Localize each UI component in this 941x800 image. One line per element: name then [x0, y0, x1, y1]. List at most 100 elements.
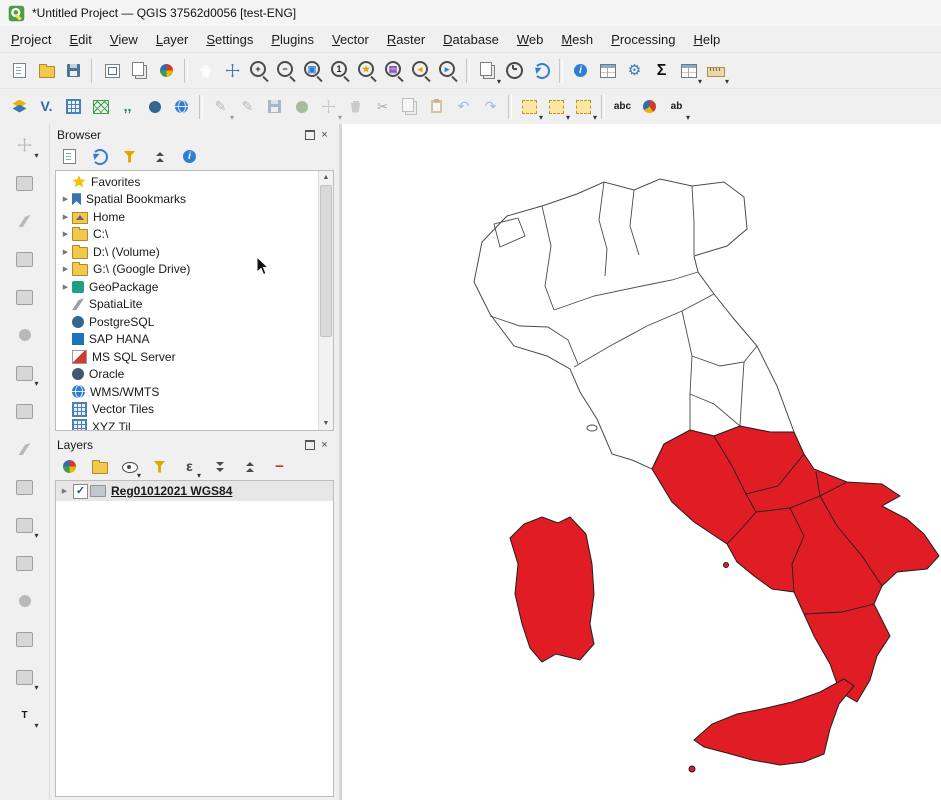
browser-collapse-all-button[interactable] — [148, 146, 171, 168]
layers-close-button[interactable]: × — [317, 438, 332, 452]
new-map-view-button[interactable]: ▾ — [474, 57, 501, 84]
browser-item-ms-sql-server[interactable]: MS SQL Server — [56, 348, 319, 366]
save-project-button[interactable] — [60, 57, 87, 84]
browser-float-button[interactable] — [302, 128, 317, 142]
menu-plugins[interactable]: Plugins — [262, 28, 323, 51]
expander-arrow-icon[interactable]: ▶ — [59, 195, 72, 203]
menu-layer[interactable]: Layer — [147, 28, 198, 51]
move-feature-button[interactable]: ▾ — [11, 132, 39, 158]
zoom-last-button[interactable]: ◂ — [408, 57, 435, 84]
browser-item-d-drive[interactable]: ▶ D:\ (Volume) — [56, 243, 319, 261]
layer-labeling-button[interactable]: abc — [609, 93, 636, 120]
expander-arrow-icon[interactable]: ▶ — [59, 265, 72, 273]
trim-extend-button[interactable]: ▾ — [11, 664, 39, 690]
browser-item-vector-tiles[interactable]: Vector Tiles — [56, 401, 319, 419]
add-wms-button[interactable] — [168, 93, 195, 120]
browser-scrollbar[interactable]: ▲ ▼ — [318, 171, 333, 430]
auto-label-button[interactable]: ab ▾ — [663, 93, 690, 120]
identify-features-button[interactable]: i — [567, 57, 594, 84]
browser-close-button[interactable]: × — [317, 128, 332, 142]
add-vector-layer-button[interactable]: V. — [33, 93, 60, 120]
map-canvas[interactable] — [342, 124, 941, 800]
scrollbar-thumb[interactable] — [320, 185, 332, 337]
browser-item-spatial-bookmarks[interactable]: ▶ Spatial Bookmarks — [56, 191, 319, 209]
add-mesh-layer-button[interactable] — [87, 93, 114, 120]
zoom-in-button[interactable]: + — [246, 57, 273, 84]
remove-layer-button[interactable]: − — [268, 456, 291, 478]
browser-refresh-button[interactable] — [88, 146, 111, 168]
zoom-to-layer-button[interactable]: ▤ — [381, 57, 408, 84]
zoom-to-native-button[interactable]: 1 — [327, 57, 354, 84]
split-parts-button[interactable] — [11, 474, 39, 500]
filter-expression-button[interactable]: ε ▾ — [178, 456, 201, 478]
browser-item-oracle[interactable]: Oracle — [56, 366, 319, 384]
browser-item-xyz-tiles[interactable]: XYZ Til — [56, 418, 319, 430]
menu-help[interactable]: Help — [684, 28, 729, 51]
cut-features-button[interactable]: ✂ — [369, 93, 396, 120]
layers-float-button[interactable] — [302, 438, 317, 452]
current-edits-button[interactable]: ✎ ▾ — [207, 93, 234, 120]
menu-mesh[interactable]: Mesh — [552, 28, 602, 51]
select-features-button[interactable]: ▾ — [516, 93, 543, 120]
layout-manager-button[interactable] — [126, 57, 153, 84]
layer-row-reg01012021[interactable]: ▶ ✓ Reg01012021 WGS84 — [56, 481, 333, 501]
vertex-tool-button[interactable]: ▾ — [315, 93, 342, 120]
merge-attributes-button[interactable] — [11, 550, 39, 576]
save-edits-button[interactable] — [261, 93, 288, 120]
zoom-next-button[interactable]: ▸ — [435, 57, 462, 84]
menu-web[interactable]: Web — [508, 28, 553, 51]
processing-toolbox-button[interactable]: ⚙ — [621, 57, 648, 84]
temporal-controller-button[interactable] — [501, 57, 528, 84]
reshape-features-button[interactable] — [11, 398, 39, 424]
browser-item-sap-hana[interactable]: SAP HANA — [56, 331, 319, 349]
show-sum-button[interactable]: Σ — [648, 57, 675, 84]
browser-item-spatialite[interactable]: SpatiaLite — [56, 296, 319, 314]
pan-to-selection-button[interactable] — [219, 57, 246, 84]
browser-properties-button[interactable]: i — [178, 146, 201, 168]
browser-item-geopackage[interactable]: ▶ GeoPackage — [56, 278, 319, 296]
add-group-button[interactable] — [88, 456, 111, 478]
scroll-down-icon[interactable]: ▼ — [319, 417, 333, 430]
undo-button[interactable]: ↶ — [450, 93, 477, 120]
menu-vector[interactable]: Vector — [323, 28, 378, 51]
new-project-button[interactable] — [6, 57, 33, 84]
pan-map-button[interactable] — [192, 57, 219, 84]
select-features-by-value-button[interactable]: ▾ — [543, 93, 570, 120]
add-postgis-button[interactable] — [141, 93, 168, 120]
style-manager-button[interactable] — [153, 57, 180, 84]
browser-add-layers-button[interactable] — [58, 146, 81, 168]
redo-button[interactable]: ↷ — [477, 93, 504, 120]
layer-visibility-checkbox[interactable]: ✓ — [73, 484, 88, 499]
browser-item-home[interactable]: ▶ Home — [56, 208, 319, 226]
add-raster-layer-button[interactable] — [60, 93, 87, 120]
paste-features-button[interactable] — [423, 93, 450, 120]
toggle-editing-button[interactable]: ✎ — [234, 93, 261, 120]
open-project-button[interactable] — [33, 57, 60, 84]
zoom-out-button[interactable]: − — [273, 57, 300, 84]
data-source-manager-button[interactable] — [6, 93, 33, 120]
expander-arrow-icon[interactable]: ▶ — [59, 213, 72, 221]
copy-features-button[interactable] — [396, 93, 423, 120]
offset-curve-button[interactable]: ▾ — [11, 360, 39, 386]
deselect-features-button[interactable]: ▾ — [570, 93, 597, 120]
browser-item-c-drive[interactable]: ▶ C:\ — [56, 226, 319, 244]
add-ring-button[interactable] — [11, 246, 39, 272]
offset-point-symbol-button[interactable] — [11, 626, 39, 652]
browser-item-favorites[interactable]: Favorites — [56, 173, 319, 191]
menu-database[interactable]: Database — [434, 28, 508, 51]
refresh-map-button[interactable] — [528, 57, 555, 84]
menu-processing[interactable]: Processing — [602, 28, 684, 51]
filter-legend-button[interactable] — [148, 456, 171, 478]
expander-arrow-icon[interactable]: ▶ — [58, 487, 71, 495]
layer-diagram-button[interactable] — [636, 93, 663, 120]
rotate-feature-button[interactable] — [11, 170, 39, 196]
map-themes-button[interactable]: ▾ — [118, 456, 141, 478]
attribute-table-button[interactable]: ▾ — [675, 57, 702, 84]
measure-button[interactable]: ▾ — [702, 57, 729, 84]
expander-arrow-icon[interactable]: ▶ — [59, 248, 72, 256]
expander-arrow-icon[interactable]: ▶ — [59, 283, 72, 291]
collapse-all-button[interactable] — [238, 456, 261, 478]
add-feature-button[interactable] — [288, 93, 315, 120]
new-print-layout-button[interactable] — [99, 57, 126, 84]
menu-edit[interactable]: Edit — [60, 28, 100, 51]
